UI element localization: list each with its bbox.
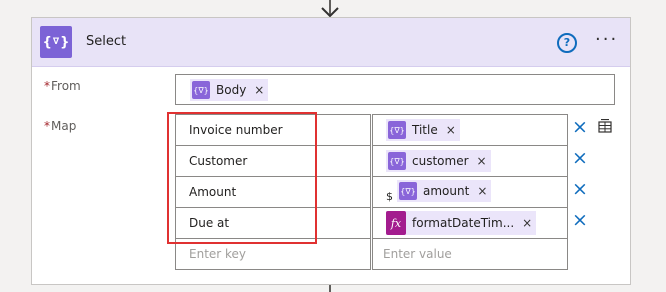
remove-token-icon[interactable]: × — [477, 184, 487, 198]
help-icon[interactable]: ? — [557, 33, 577, 53]
map-label: *Map — [44, 119, 76, 133]
remove-token-icon[interactable]: × — [522, 216, 532, 230]
from-input[interactable]: {∇} Body × — [175, 74, 615, 105]
map-key-input[interactable]: Customer — [175, 145, 371, 177]
title-token[interactable]: {∇} Title × — [386, 119, 460, 141]
dynamic-content-icon: {∇} — [399, 182, 417, 200]
delete-row-icon[interactable]: × — [572, 149, 588, 168]
token-label: amount — [423, 184, 470, 198]
expression-fx-icon: fx — [386, 211, 406, 235]
body-token[interactable]: {∇} Body × — [190, 79, 269, 101]
customer-token[interactable]: {∇} customer × — [386, 150, 491, 172]
from-label-text: From — [51, 79, 81, 93]
token-label: customer — [412, 154, 469, 168]
remove-token-icon[interactable]: × — [446, 123, 456, 137]
connector-line-bottom — [329, 285, 331, 292]
dollar-prefix: $ — [386, 190, 393, 203]
required-marker: * — [44, 79, 50, 93]
action-title: Select — [86, 34, 127, 49]
format-date-time-token[interactable]: fx formatDateTim... × — [386, 211, 537, 235]
map-value-input[interactable]: {∇} customer × — [372, 145, 568, 177]
amount-token[interactable]: {∇} amount × — [397, 180, 492, 202]
map-key-input[interactable]: Amount — [175, 176, 371, 208]
map-value-input[interactable]: fx formatDateTim... × — [372, 207, 568, 239]
map-value-input[interactable]: {∇} Title × — [372, 114, 568, 146]
map-key-input[interactable]: Due at — [175, 207, 371, 239]
remove-token-icon[interactable]: × — [477, 154, 487, 168]
dynamic-content-icon: {∇} — [388, 121, 406, 139]
new-value-input[interactable]: Enter value — [372, 238, 568, 270]
map-key-input[interactable]: Invoice number — [175, 114, 371, 146]
dynamic-content-icon: {∇} — [192, 81, 210, 99]
select-action-card: {∇} Select ? ··· *From {∇} Body × *Map I… — [31, 17, 631, 285]
delete-row-icon[interactable]: × — [572, 118, 588, 137]
action-header[interactable]: {∇} Select ? ··· — [32, 18, 630, 67]
required-marker: * — [44, 119, 50, 133]
token-label: Body — [216, 83, 247, 97]
token-label: Title — [412, 123, 438, 137]
remove-token-icon[interactable]: × — [254, 83, 264, 97]
delete-row-icon[interactable]: × — [572, 211, 588, 230]
delete-row-icon[interactable]: × — [572, 180, 588, 199]
new-key-input[interactable]: Enter key — [175, 238, 371, 270]
dynamic-content-icon: {∇} — [388, 152, 406, 170]
map-label-text: Map — [51, 119, 77, 133]
more-options-icon[interactable]: ··· — [595, 31, 618, 49]
token-label: formatDateTim... — [412, 216, 515, 230]
from-label: *From — [44, 79, 81, 93]
text-table-mode-icon[interactable] — [598, 119, 612, 133]
curly-braces-variable-icon: {∇} — [40, 26, 72, 58]
map-value-input[interactable]: $ {∇} amount × — [372, 176, 568, 208]
